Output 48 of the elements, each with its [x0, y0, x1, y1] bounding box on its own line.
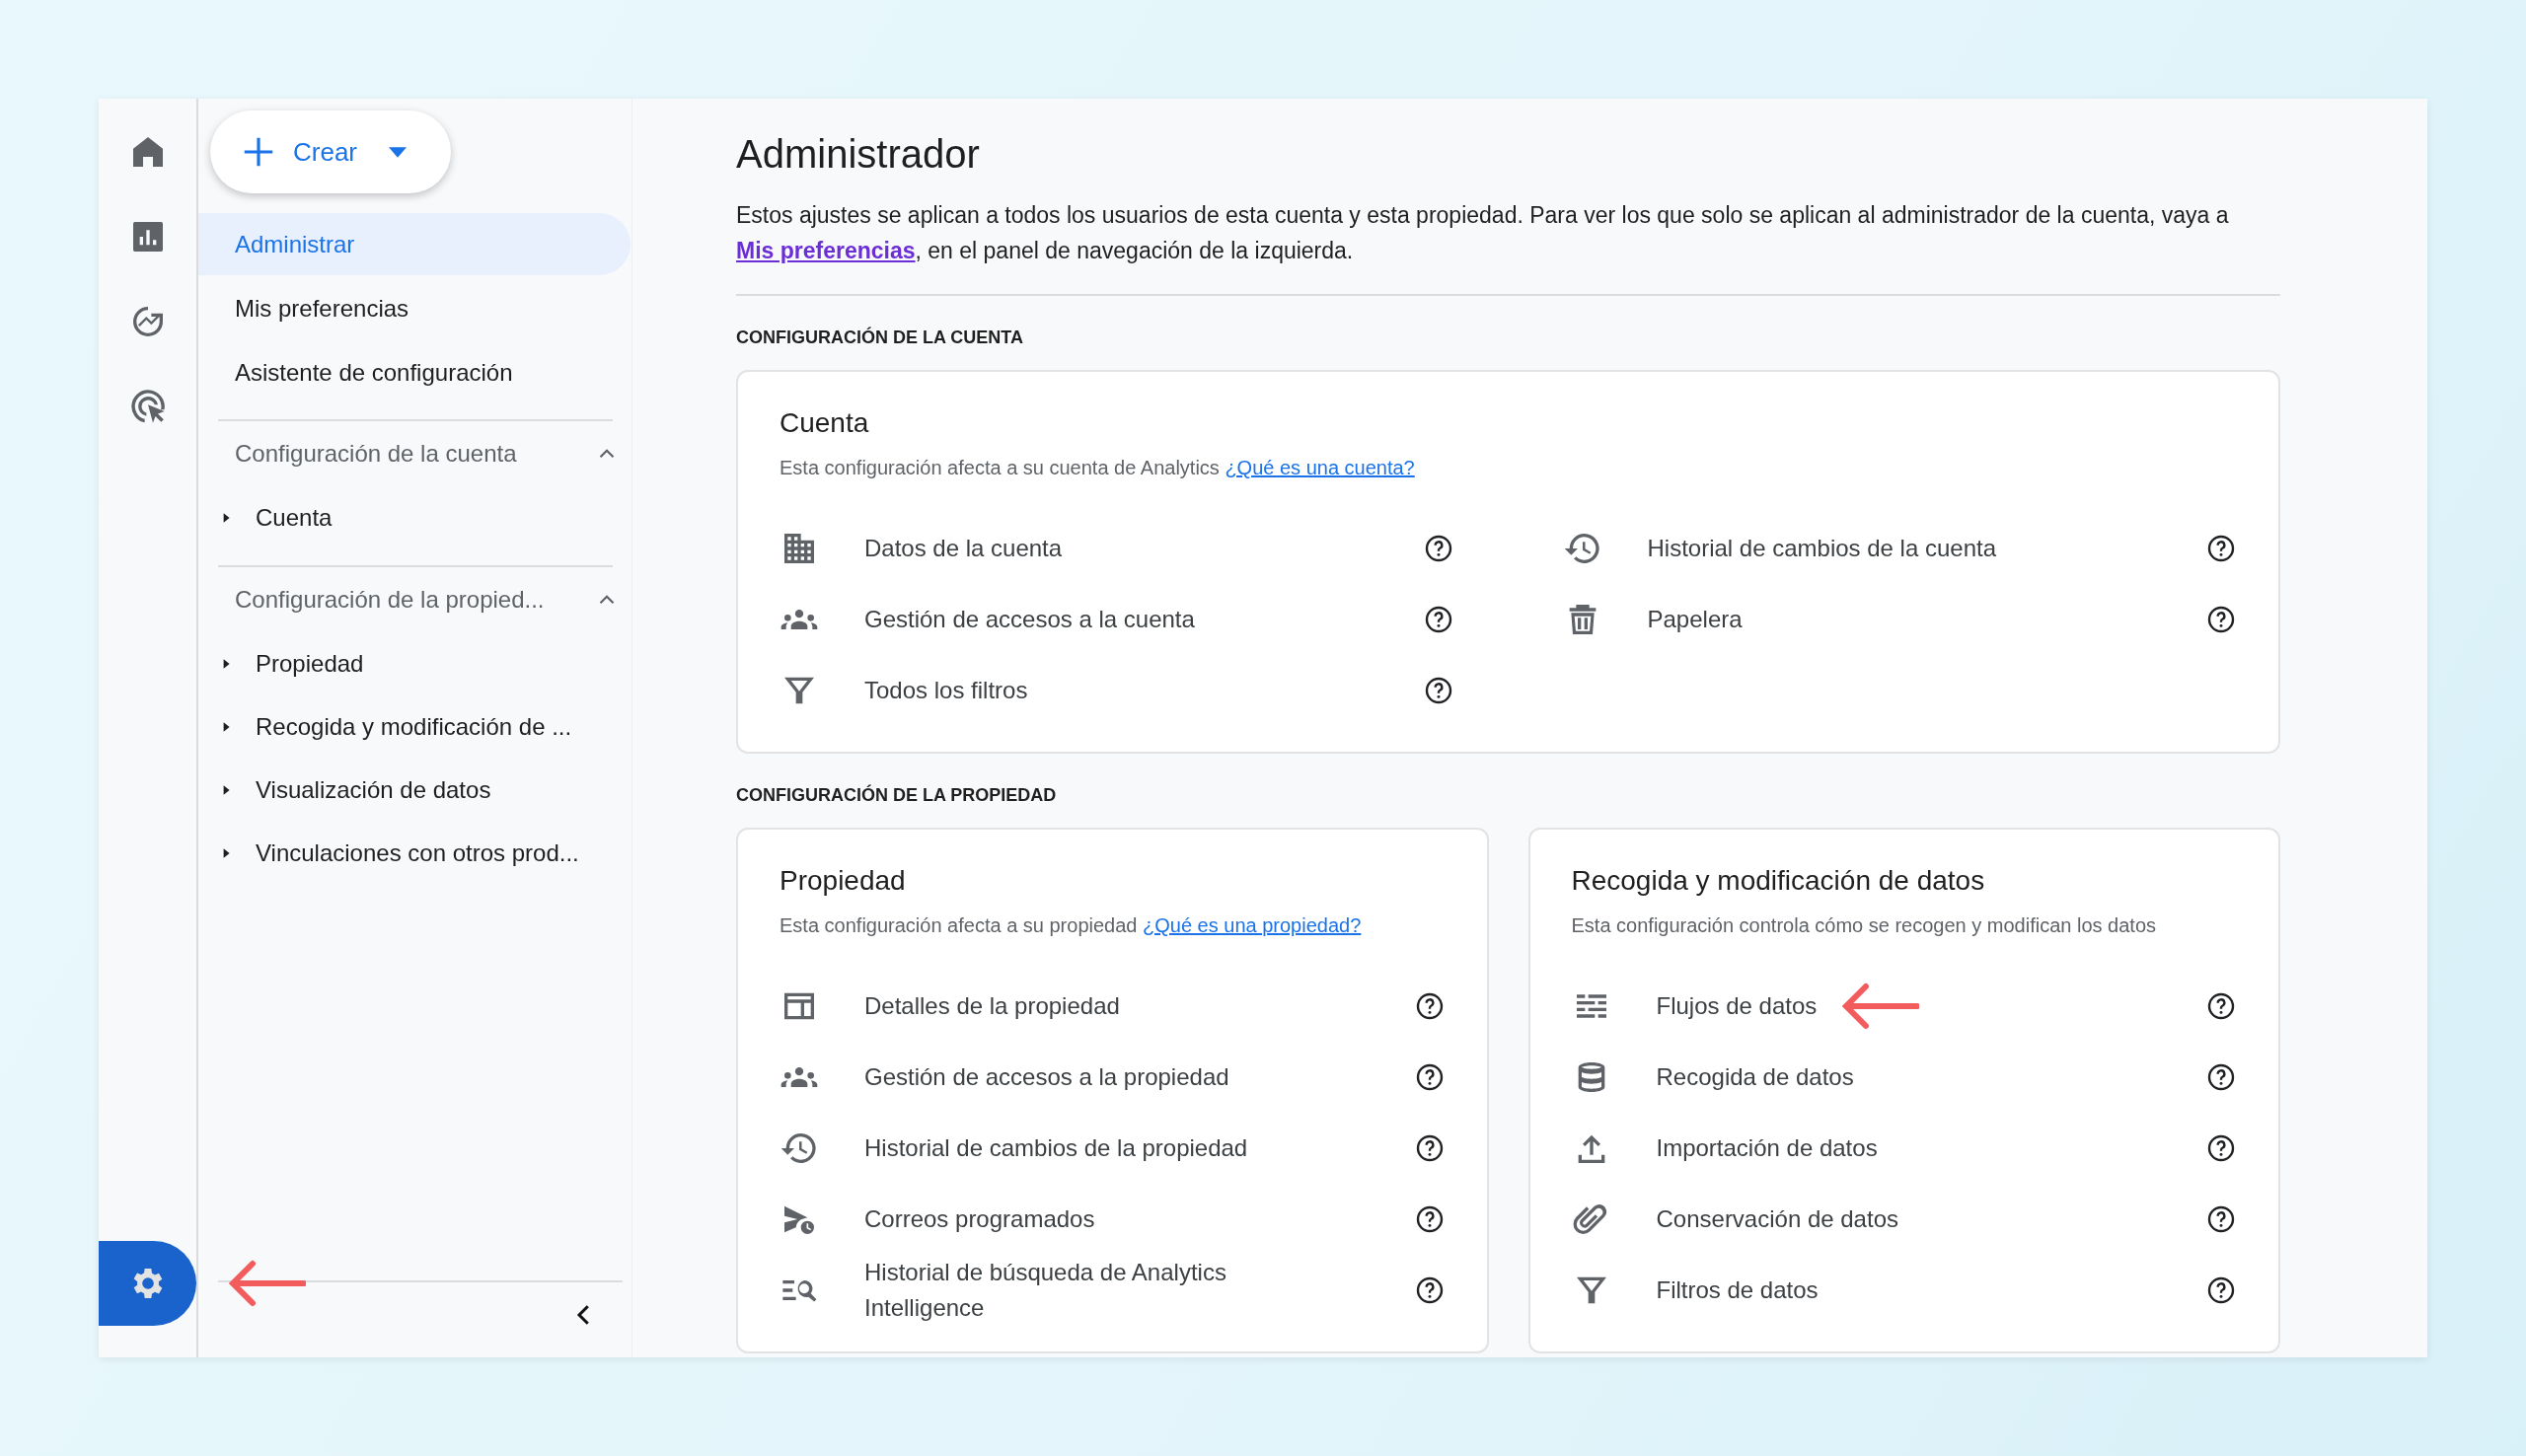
help-icon[interactable]	[2205, 533, 2237, 564]
settings-link[interactable]: Conservación de datos	[1656, 1201, 1898, 1237]
settings-link[interactable]: Papelera	[1647, 602, 1743, 637]
help-icon[interactable]	[2205, 1274, 2237, 1306]
help-link[interactable]: ¿Qué es una propiedad?	[1143, 914, 1362, 936]
help-icon[interactable]	[2205, 1061, 2237, 1093]
settings-button[interactable]	[99, 1241, 196, 1326]
section-heading: CONFIGURACIÓN DE LA PROPIEDAD	[736, 785, 1058, 806]
page-description: Estos ajustes se aplican a todos los usuarios de esta cuenta y esta propiedad. Para ver los que solo se aplican al administrador de la cuenta, vaya a Mis preferencias, en el panel de navegación de la izquierda.	[736, 201, 2230, 265]
preferences-link[interactable]: Mis preferencias	[736, 238, 916, 263]
tree-item[interactable]: Cuenta	[198, 486, 632, 549]
card-subtitle: Esta configuración afecta a su cuenta de Analytics ¿Qué es una cuenta?	[780, 457, 1416, 479]
nav-item[interactable]: Administrar	[198, 213, 631, 275]
section-header[interactable]: Configuración de la propied...	[198, 567, 620, 632]
settings-link[interactable]: Recogida de datos	[1656, 1059, 1854, 1095]
settings-link[interactable]: Gestión de accesos a la propiedad	[864, 1059, 1229, 1095]
settings-link[interactable]: Correos programados	[864, 1201, 1095, 1237]
help-icon[interactable]	[2205, 604, 2237, 635]
help-icon[interactable]	[2205, 1132, 2237, 1164]
settings-link[interactable]: Flujos de datos	[1656, 988, 1818, 1024]
help-icon[interactable]	[2205, 1203, 2237, 1235]
card-subtitle: Esta configuración afecta a su propiedad ¿Qué es una propiedad?	[780, 914, 1363, 937]
card-title: Cuenta	[780, 407, 870, 439]
card-title: Propiedad	[780, 865, 907, 897]
nav-item[interactable]: Asistente de configuración	[198, 341, 631, 403]
section-header[interactable]: Configuración de la cuenta	[198, 421, 620, 486]
nav-item[interactable]: Mis preferencias	[198, 277, 631, 339]
help-link[interactable]: ¿Qué es una cuenta?	[1225, 457, 1415, 478]
page-title: Administrador	[736, 131, 981, 178]
tree-item[interactable]: Propiedad	[198, 632, 632, 695]
tree-item[interactable]: Vinculaciones con otros prod...	[198, 822, 632, 885]
settings-link[interactable]: Historial de cambios de la cuenta	[1647, 531, 1997, 566]
settings-link[interactable]: Filtros de datos	[1656, 1273, 1819, 1308]
settings-link[interactable]: Datos de la cuenta	[864, 531, 1063, 566]
settings-link[interactable]: Detalles de la propiedad	[864, 988, 1120, 1024]
help-icon[interactable]	[2205, 990, 2237, 1022]
card-title: Recogida y modificación de datos	[1571, 865, 1986, 897]
card-subtitle: Esta configuración controla cómo se recogen y modifican los datos	[1571, 914, 2158, 937]
section-heading: CONFIGURACIÓN DE LA CUENTA	[736, 328, 1024, 348]
settings-link[interactable]: Todos los filtros	[864, 673, 1028, 708]
settings-link[interactable]: Historial de búsqueda de Analytics Intelligence	[864, 1255, 1279, 1326]
settings-link[interactable]: Importación de datos	[1656, 1130, 1878, 1166]
settings-link[interactable]: Historial de cambios de la propiedad	[864, 1130, 1248, 1166]
tree-item[interactable]: Recogida y modificación de ...	[198, 695, 632, 759]
tree-item[interactable]: Visualización de datos	[198, 759, 632, 822]
settings-link[interactable]: Gestión de accesos a la cuenta	[864, 602, 1195, 637]
create-button[interactable]: Crear	[210, 110, 451, 193]
caret-icon	[389, 146, 407, 158]
